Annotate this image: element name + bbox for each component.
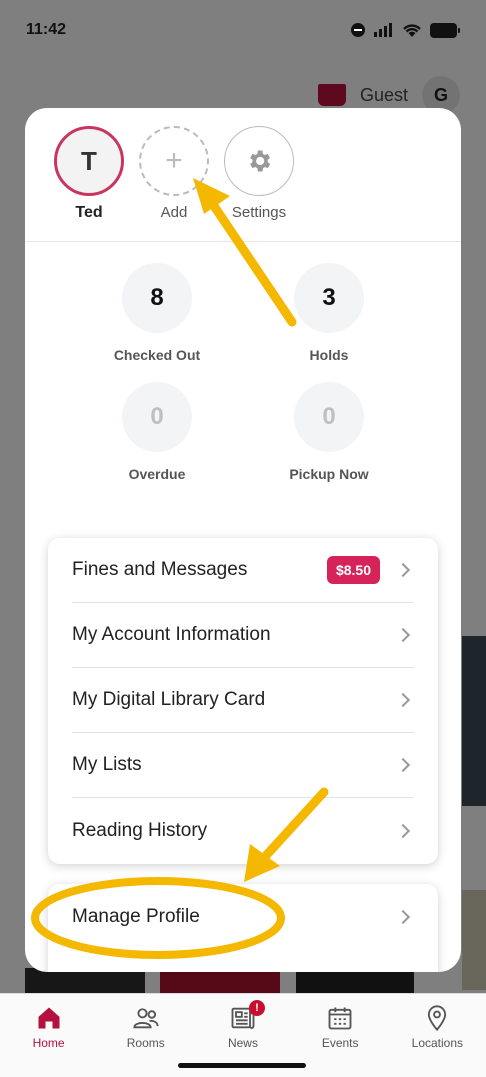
gear-icon [250, 150, 271, 172]
chevron-right-icon [395, 823, 411, 838]
stat-value: 3 [294, 263, 364, 333]
manage-menu: Manage Profile [48, 884, 438, 972]
home-indicator [178, 1063, 306, 1068]
calendar-icon [326, 1004, 354, 1032]
menu-item-label: My Digital Library Card [72, 689, 266, 710]
people-icon [132, 1004, 160, 1032]
profile-ted[interactable]: T Ted [53, 126, 125, 222]
chevron-right-icon [395, 562, 411, 578]
menu-item-label: My Lists [72, 754, 142, 775]
account-modal: T Ted + Add Settings 8 Checked Out 3 Hol… [25, 108, 461, 972]
stat-label: Overdue [128, 466, 186, 482]
menu-item-label: My Account Information [72, 624, 271, 645]
menu-item-lists[interactable]: My Lists [72, 733, 414, 798]
battery-icon [430, 22, 460, 38]
account-menu: Fines and Messages $8.50 My Account Info… [48, 538, 438, 864]
status-time: 11:42 [26, 21, 67, 38]
chevron-right-icon [395, 909, 411, 924]
settings-button[interactable]: Settings [223, 126, 295, 221]
fines-badge: $8.50 [326, 556, 380, 584]
stat-label: Pickup Now [289, 466, 369, 482]
menu-item-label: Manage Profile [72, 905, 200, 927]
add-profile-button[interactable]: + Add [138, 126, 210, 221]
profile-switcher: T Ted + Add Settings [25, 108, 461, 242]
focus-mode-icon [351, 23, 365, 37]
stat-holds[interactable]: 3 Holds [259, 263, 399, 363]
stat-value: 0 [122, 382, 192, 452]
tab-rooms[interactable]: Rooms [106, 1004, 186, 1077]
tab-home[interactable]: Home [9, 1004, 89, 1077]
home-icon [35, 1004, 63, 1032]
plus-icon[interactable]: + [139, 126, 209, 196]
settings-label: Settings [231, 204, 287, 221]
menu-item-manage-profile[interactable]: Manage Profile [72, 884, 414, 949]
tab-label: News [227, 1036, 258, 1050]
tab-events[interactable]: Events [300, 1004, 380, 1077]
news-alert-badge: ! [248, 1000, 265, 1016]
chevron-right-icon [395, 757, 411, 773]
tab-locations[interactable]: Locations [397, 1004, 477, 1077]
menu-item-library-card[interactable]: My Digital Library Card [72, 668, 414, 733]
signal-icon [374, 23, 392, 37]
menu-item-account-info[interactable]: My Account Information [72, 603, 414, 668]
stat-checked-out[interactable]: 8 Checked Out [87, 263, 227, 363]
location-pin-icon [423, 1004, 451, 1032]
chevron-right-icon [395, 627, 411, 643]
tab-label: Rooms [126, 1036, 165, 1050]
stat-overdue[interactable]: 0 Overdue [87, 382, 227, 482]
add-label: Add [160, 204, 188, 221]
chevron-right-icon [395, 692, 411, 708]
profile-avatar[interactable]: T [54, 126, 124, 196]
wifi-icon [403, 24, 421, 37]
stat-label: Holds [309, 347, 349, 363]
stat-pickup-now[interactable]: 0 Pickup Now [259, 382, 399, 482]
profile-name: Ted [75, 204, 103, 221]
stat-value: 8 [122, 263, 192, 333]
stat-value: 0 [294, 382, 364, 452]
menu-item-label: Fines and Messages [72, 559, 248, 580]
tab-label: Locations [411, 1036, 464, 1050]
tab-label: Home [32, 1036, 65, 1050]
stat-label: Checked Out [113, 347, 201, 363]
status-bar: 11:42 [0, 0, 486, 60]
menu-item-fines[interactable]: Fines and Messages $8.50 [72, 538, 414, 603]
menu-item-label: Reading History [72, 819, 208, 841]
tab-label: Events [321, 1036, 359, 1050]
menu-item-reading-history[interactable]: Reading History [72, 798, 414, 863]
